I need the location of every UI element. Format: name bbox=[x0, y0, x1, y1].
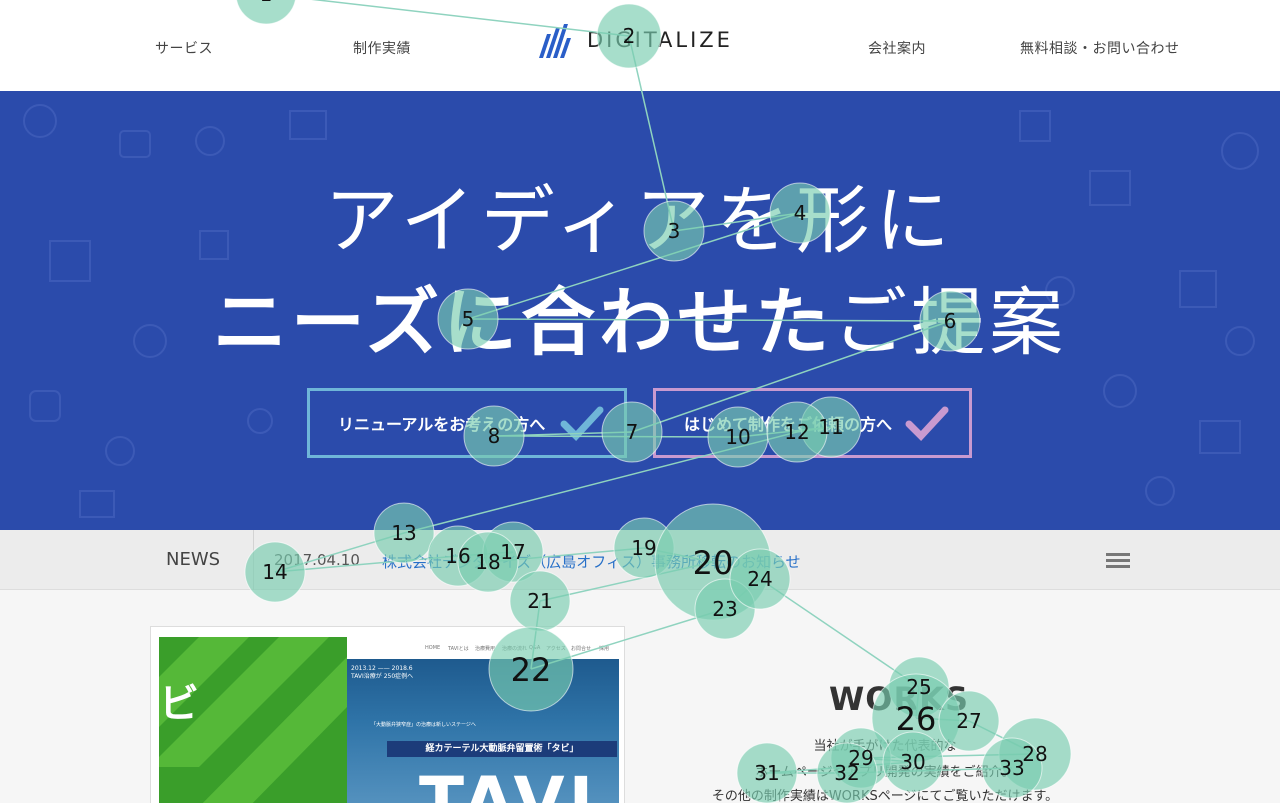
news-title-link[interactable]: 株式会社デジタライズ（広島オフィス）事務所移転のお知らせ bbox=[382, 551, 801, 572]
thumbnail-big-text: TAVI bbox=[419, 763, 598, 803]
cta-first-time-button[interactable]: はじめて制作をご依頼の方へ bbox=[653, 388, 972, 458]
cta-renewal-label: リニューアルをお考えの方へ bbox=[338, 415, 546, 434]
works-title: WORKS bbox=[829, 680, 969, 718]
hero-headline: アイディアを形に bbox=[324, 178, 956, 264]
hero-subheadline-bold: ニーズに合わせた bbox=[212, 280, 834, 366]
works-desc-line1: 当社が手がけた代表的な bbox=[813, 739, 957, 754]
thumbnail-nav: HOME TAVIとは 治療費用 治療の流れ Q&A アクセス お問合せ 採用 bbox=[425, 645, 610, 652]
nav-company[interactable]: 会社案内 bbox=[868, 38, 926, 58]
thumbnail-badge: 「大動脈弁狭窄症」の治療は新しいステージへ bbox=[371, 722, 476, 728]
thumbnail-site-preview: HOME TAVIとは 治療費用 治療の流れ Q&A アクセス お問合せ 採用 … bbox=[347, 637, 624, 803]
checkmark-icon bbox=[905, 406, 949, 442]
thumbnail-green-panel: ビ bbox=[159, 637, 347, 803]
nav-services[interactable]: サービス bbox=[155, 38, 213, 58]
green-stripes-icon: ビ bbox=[159, 637, 347, 803]
news-divider bbox=[253, 530, 254, 590]
cta-renewal-button[interactable]: リニューアルをお考えの方へ bbox=[307, 388, 627, 458]
works-desc-line3: その他の制作実績はWORKSページにてご覧いただけます。 bbox=[711, 789, 1059, 803]
thumbnail-ribbon: 経カテーテル大動脈弁留置術「タビ」 bbox=[387, 741, 617, 757]
news-bar: NEWS 2017.04.10 株式会社デジタライズ（広島オフィス）事務所移転の… bbox=[0, 530, 1280, 590]
site-logo[interactable]: DIGITALIZE bbox=[537, 20, 733, 60]
works-desc-line2: ホームページやアプリ開発の実績をご紹介。 bbox=[755, 765, 1015, 780]
checkmark-icon bbox=[560, 406, 604, 442]
hero-section: アイディアを形に ニーズに合わせたご提案 リニューアルをお考えの方へ はじめて制… bbox=[0, 91, 1280, 530]
hero-subheadline-light: ご提案 bbox=[833, 280, 1068, 366]
site-header: サービス 制作実績 DIGITALIZE 会社案内 無料相談・お問い合わせ bbox=[0, 0, 1280, 91]
news-label: NEWS bbox=[166, 549, 221, 570]
hero-subheadline: ニーズに合わせたご提案 bbox=[0, 263, 1280, 370]
cta-first-time-label: はじめて制作をご依頼の方へ bbox=[684, 415, 893, 434]
nav-contact[interactable]: 無料相談・お問い合わせ bbox=[1020, 38, 1180, 58]
works-section: ビ HOME TAVIとは 治療費用 治療の流れ Q&A アクセス お問合せ 採… bbox=[0, 590, 1280, 803]
svg-text:ビ: ビ bbox=[159, 681, 199, 727]
logo-text: DIGITALIZE bbox=[587, 28, 733, 52]
works-thumbnail[interactable]: ビ HOME TAVIとは 治療費用 治療の流れ Q&A アクセス お問合せ 採… bbox=[150, 626, 625, 803]
news-date: 2017.04.10 bbox=[274, 551, 360, 569]
nav-works[interactable]: 制作実績 bbox=[353, 38, 411, 58]
thumbnail-headline: 2013.12 —— 2018.6 TAVI治療が 250症例へ bbox=[351, 665, 414, 680]
thumbnail-hero-photo: 2013.12 —— 2018.6 TAVI治療が 250症例へ 「大動脈弁狭窄… bbox=[347, 659, 619, 803]
hamburger-menu-icon[interactable] bbox=[1106, 553, 1130, 569]
logo-mark-icon bbox=[539, 24, 571, 58]
